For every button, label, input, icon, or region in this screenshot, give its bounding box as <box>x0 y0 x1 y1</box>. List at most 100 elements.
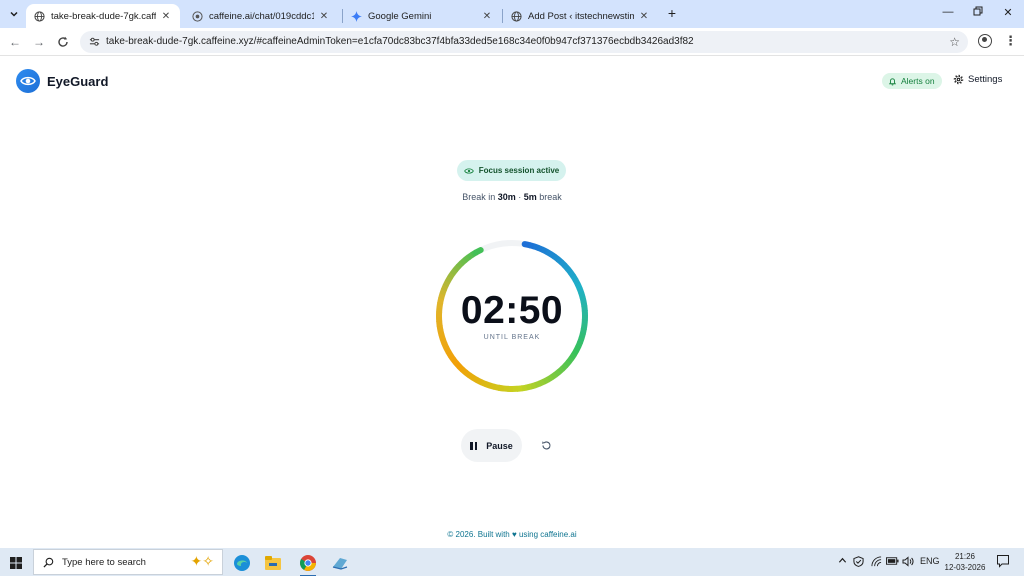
ring-arc-segment <box>450 357 459 366</box>
ring-arc-segment <box>548 251 557 260</box>
ring-arc-segment <box>479 379 488 388</box>
settings-button[interactable]: Settings <box>953 74 1002 85</box>
ring-arc-segment <box>484 381 492 389</box>
until-break-label: UNTIL BREAK <box>483 334 541 341</box>
battery-icon[interactable] <box>886 556 899 568</box>
close-tab-icon[interactable]: ✕ <box>318 11 330 22</box>
ring-arc-segment <box>466 251 475 260</box>
ring-arc-segment <box>532 243 540 251</box>
back-arrow-icon[interactable]: ← <box>7 34 23 50</box>
close-tab-icon[interactable]: ✕ <box>481 11 493 22</box>
ring-arc-segment <box>521 241 533 249</box>
search-highlight-sparkle-icon: ✦✧ <box>190 553 214 569</box>
ring-arc-segment <box>544 248 553 257</box>
ring-arc-segment <box>553 369 562 378</box>
ring-arc-segment <box>443 346 452 354</box>
alerts-label: Alerts on <box>901 76 935 86</box>
caffeine-favicon-icon <box>192 10 203 22</box>
ring-arc-segment <box>488 382 496 390</box>
break-schedule: Break in 30m · 5m break <box>412 192 612 202</box>
ring-arc-segment <box>568 352 577 361</box>
chrome-browser-icon[interactable] <box>297 552 319 576</box>
input-language[interactable]: ENG <box>920 556 940 566</box>
file-explorer-icon[interactable] <box>262 552 284 574</box>
close-tab-icon[interactable]: ✕ <box>638 11 650 22</box>
pinned-app-icon[interactable] <box>329 552 351 574</box>
browser-tab-2[interactable]: caffeine.ai/chat/019cddc1-d5b ✕ <box>184 4 338 28</box>
ring-arc-segment <box>520 384 528 392</box>
countdown-time: 02:50 <box>460 289 564 332</box>
browser-tab-1[interactable]: take-break-dude-7gk.caffeine.x ✕ <box>26 4 180 28</box>
eye-icon <box>463 167 474 175</box>
ring-arc-segment <box>498 384 505 392</box>
ring-arc-segment <box>568 270 577 279</box>
ring-arc-segment <box>556 366 565 375</box>
wifi-icon[interactable] <box>871 556 882 569</box>
ring-arc-segment <box>540 246 549 255</box>
ring-arc-segment <box>529 382 537 390</box>
ring-arc-segment <box>560 363 569 372</box>
volume-icon[interactable] <box>902 556 914 569</box>
bookmark-star-icon[interactable]: ☆ <box>949 35 960 49</box>
browser-tab-4[interactable]: Add Post ‹ itstechnewstime.com ✕ <box>503 4 658 28</box>
ring-arc-segment <box>571 348 580 357</box>
pause-label: Pause <box>486 440 513 451</box>
taskbar-search-input[interactable]: Type here to search ✦✧ <box>33 549 223 575</box>
forward-arrow-icon[interactable]: → <box>31 34 47 50</box>
reset-icon[interactable] <box>539 438 553 452</box>
ring-arc-segment <box>444 275 453 284</box>
ring-arc-segment <box>449 267 458 276</box>
taskbar-clock[interactable]: 21:26 12-03-2026 <box>940 551 990 573</box>
minimize-icon[interactable]: — <box>940 6 956 18</box>
ring-arc-segment <box>516 385 523 392</box>
ring-arc-segment <box>565 266 574 275</box>
restore-window-icon[interactable] <box>970 6 986 19</box>
address-bar[interactable]: take-break-dude-7gk.caffeine.xyz/#caffei… <box>80 31 968 53</box>
security-shield-icon[interactable] <box>853 556 864 569</box>
new-tab-plus-icon[interactable]: + <box>664 6 680 22</box>
windows-start-icon[interactable] <box>10 556 22 569</box>
footer-credit[interactable]: © 2026. Built with ♥ using caffeine.ai <box>412 530 612 539</box>
ring-arc-segment <box>471 375 480 384</box>
tab-search-chevron-icon[interactable] <box>5 5 23 23</box>
ring-arc-segment <box>460 367 469 376</box>
tray-chevron-up-icon[interactable] <box>838 556 847 567</box>
browser-tab-3[interactable]: Google Gemini ✕ <box>343 4 501 28</box>
profile-icon[interactable] <box>978 34 992 48</box>
edge-browser-icon[interactable] <box>231 552 253 574</box>
browser-toolbar: ← → take-break-dude-7gk.caffeine.xyz/#ca… <box>0 28 1024 56</box>
ring-arc-segment <box>525 383 532 391</box>
pause-button[interactable]: Pause <box>461 429 522 462</box>
session-status-badge: Focus session active <box>457 160 566 181</box>
break-length: 5m <box>523 192 537 202</box>
ring-arc-segment <box>552 253 561 262</box>
notification-center-icon[interactable] <box>996 554 1010 568</box>
tab-title: take-break-dude-7gk.caffeine.x <box>51 10 156 22</box>
ring-arc-segment <box>536 244 545 253</box>
break-prefix: Break in <box>462 192 498 202</box>
site-settings-icon[interactable] <box>88 36 100 48</box>
windows-taskbar: Type here to search ✦✧ ENG 21:26 12-03-2… <box>0 548 1024 576</box>
gemini-sparkle-icon <box>351 10 362 22</box>
app-header: EyeGuard Alerts on Settings <box>0 56 1024 106</box>
tab-title: caffeine.ai/chat/019cddc1-d5b <box>209 10 314 22</box>
reload-icon[interactable] <box>55 34 71 50</box>
ring-arc-segment <box>549 372 558 381</box>
ring-arc-segment <box>545 374 554 383</box>
close-tab-icon[interactable]: ✕ <box>160 11 172 22</box>
clock-time: 21:26 <box>954 552 976 561</box>
close-window-icon[interactable]: ✕ <box>1000 6 1016 19</box>
break-interval: 30m <box>497 192 516 202</box>
globe-icon <box>511 10 522 22</box>
ring-arc-segment <box>467 372 476 381</box>
browser-menu-icon[interactable]: ⋮ <box>1004 33 1017 49</box>
settings-label: Settings <box>968 74 1003 85</box>
alerts-toggle[interactable]: Alerts on <box>882 73 942 89</box>
ring-arc-segment <box>456 364 465 373</box>
ring-arc-segment <box>459 257 468 266</box>
ring-arc-segment <box>441 341 450 350</box>
ring-arc-segment <box>462 254 471 263</box>
ring-arc-segment <box>447 353 456 362</box>
ring-arc-segment <box>573 344 582 353</box>
ring-arc-segment <box>463 370 472 379</box>
